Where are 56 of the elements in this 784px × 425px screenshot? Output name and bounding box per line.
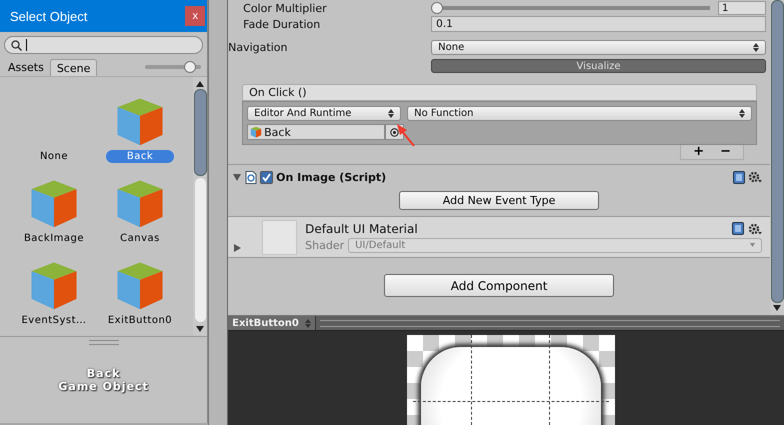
add-component-button[interactable]: Add Component [384,274,614,297]
component-title: Default UI Material [305,222,419,236]
help-book-icon[interactable] [733,170,745,184]
object-item[interactable]: Back [97,85,183,167]
add-event-button[interactable]: + [689,145,708,159]
material-thumbnail [262,220,298,254]
enable-checkbox[interactable] [260,170,274,184]
dropdown-arrows-icon [739,109,745,118]
dropdown-arrows-icon [753,42,759,52]
property-label: Shader [305,238,344,252]
tab[interactable]: Scene [50,59,98,76]
scrollbar[interactable] [770,0,784,315]
dropdown-arrows-icon [304,318,311,328]
event-header: On Click () [242,84,757,101]
object-item[interactable]: Canvas [97,167,183,249]
number-field[interactable]: 1 [718,1,766,15]
scroll-down-icon[interactable] [773,305,781,311]
foldout-arrow-icon[interactable] [232,243,242,253]
preview-name: Back [86,367,120,380]
navigation-dropdown[interactable]: None [431,40,766,54]
help-book-icon[interactable] [732,222,744,235]
search-icon [11,40,22,50]
scroll-up-icon[interactable] [196,81,204,87]
object-item[interactable]: EventSyst… [11,249,97,331]
mode-dropdown[interactable]: Editor And Runtime [247,106,402,121]
window-title: Select Object [10,8,88,24]
settings-icon[interactable] [748,171,762,183]
script-icon [245,170,258,184]
remove-event-button[interactable]: − [716,145,735,159]
search-field[interactable] [4,36,204,54]
component-title: On Image (Script) [276,170,388,184]
dropdown-caret-icon [750,243,755,247]
target-icon [390,128,400,136]
number-field[interactable]: 0.1 [431,16,766,32]
object-item[interactable]: None [11,85,97,167]
property-label: Navigation [228,40,288,54]
scroll-down-icon[interactable] [196,326,204,332]
property-label: Color Multiplier [242,2,328,14]
scrollbar[interactable] [193,77,208,336]
preview-tab[interactable]: ExitButton0 [228,316,316,330]
preview-type: Game Object [58,380,149,393]
dropdown-arrows-icon [388,109,394,118]
object-field[interactable]: Back [247,124,386,140]
text-cursor [26,39,28,51]
visualize-button[interactable]: Visualize [431,59,766,73]
property-label: Fade Duration [242,18,322,30]
object-item[interactable]: BackImage [11,167,97,249]
tab[interactable]: Assets [2,59,50,76]
settings-icon[interactable] [748,222,762,234]
close-button[interactable]: x [185,6,206,26]
object-item[interactable]: ExitButton0 [97,249,183,331]
foldout-arrow-icon[interactable] [232,172,242,182]
add-event-type-button[interactable]: Add New Event Type [399,191,600,210]
annotation-arrow [396,124,416,148]
function-dropdown[interactable]: No Function [407,106,752,121]
cube-icon [250,126,262,138]
